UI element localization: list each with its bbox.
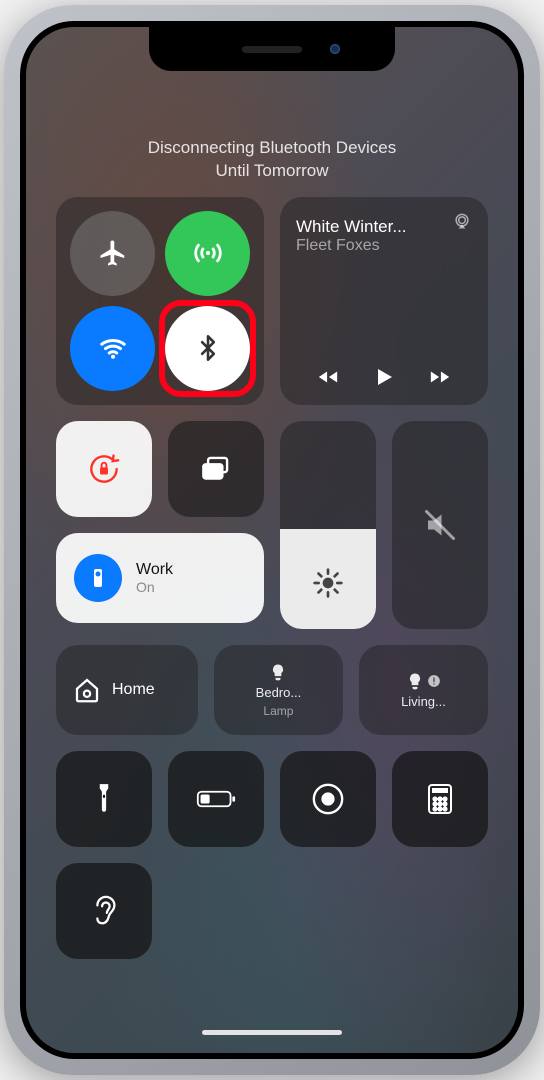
media-next-button[interactable]	[427, 366, 453, 388]
focus-work-icon	[74, 554, 122, 602]
flashlight-button[interactable]	[56, 751, 152, 847]
alert-badge-icon	[427, 674, 441, 688]
accessory-living-room[interactable]: Living...	[359, 645, 488, 735]
home-indicator[interactable]	[202, 1030, 342, 1035]
flashlight-icon	[91, 782, 117, 816]
wifi-icon	[98, 333, 128, 363]
ear-icon	[89, 894, 119, 928]
focus-mode-button[interactable]: Work On	[56, 533, 264, 623]
home-icon	[72, 675, 102, 705]
brightness-icon	[312, 567, 344, 599]
lightbulb-icon	[405, 671, 425, 691]
connectivity-module[interactable]	[56, 197, 264, 405]
now-playing-title: White Winter...	[296, 217, 472, 237]
device-notch	[149, 27, 395, 71]
accessory-1-sub: Lamp	[263, 704, 293, 718]
home-app-button[interactable]: Home	[56, 645, 198, 735]
cellular-antenna-icon	[193, 238, 223, 268]
battery-low-icon	[196, 788, 236, 810]
airplay-icon[interactable]	[452, 211, 472, 231]
now-playing-artist: Fleet Foxes	[296, 237, 472, 255]
bluetooth-toggle[interactable]	[165, 306, 250, 391]
media-play-button[interactable]	[372, 365, 396, 389]
focus-sublabel: On	[136, 579, 173, 595]
airplane-mode-toggle[interactable]	[70, 211, 155, 296]
hearing-button[interactable]	[56, 863, 152, 959]
screen-mirroring-icon	[197, 450, 235, 488]
cellular-data-toggle[interactable]	[165, 211, 250, 296]
now-playing-module[interactable]: White Winter... Fleet Foxes	[280, 197, 488, 405]
calculator-button[interactable]	[392, 751, 488, 847]
screen-record-button[interactable]	[280, 751, 376, 847]
home-label: Home	[112, 681, 155, 699]
lightbulb-icon	[268, 662, 288, 682]
low-power-mode-button[interactable]	[168, 751, 264, 847]
wifi-toggle[interactable]	[70, 306, 155, 391]
accessory-bedroom-lamp[interactable]: Bedro... Lamp	[214, 645, 343, 735]
accessory-2-label: Living...	[401, 695, 446, 709]
bluetooth-status-banner: Disconnecting Bluetooth Devices Until To…	[26, 137, 518, 197]
orientation-lock-toggle[interactable]	[56, 421, 152, 517]
volume-muted-icon	[422, 507, 458, 543]
status-line-1: Disconnecting Bluetooth Devices	[56, 137, 488, 160]
accessory-1-label: Bedro...	[256, 686, 302, 700]
volume-slider[interactable]	[392, 421, 488, 629]
bluetooth-icon	[194, 334, 222, 362]
status-line-2: Until Tomorrow	[56, 160, 488, 183]
media-previous-button[interactable]	[315, 366, 341, 388]
screen-mirroring-button[interactable]	[168, 421, 264, 517]
record-icon	[311, 782, 345, 816]
calculator-icon	[427, 783, 453, 815]
brightness-slider[interactable]	[280, 421, 376, 629]
orientation-lock-icon	[85, 450, 123, 488]
focus-label: Work	[136, 561, 173, 579]
airplane-icon	[98, 238, 128, 268]
